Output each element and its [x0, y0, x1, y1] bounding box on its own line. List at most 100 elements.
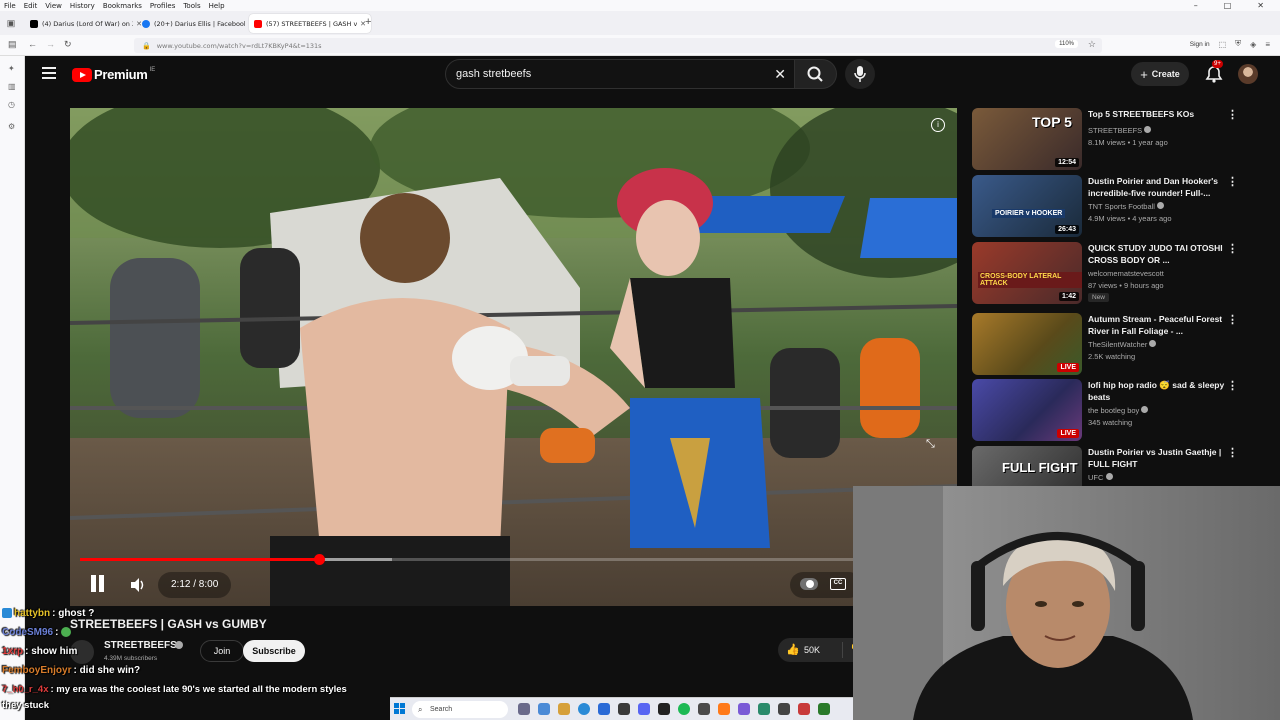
menu-view[interactable]: View	[45, 2, 62, 10]
more-options-icon[interactable]: ⋮	[1227, 379, 1238, 392]
youtube-logo[interactable]: Premium IE	[72, 67, 155, 82]
recommendation-item[interactable]: FULL FIGHT Dustin Poirier vs Justin Gaet…	[972, 446, 1252, 486]
thumbnail[interactable]: FULL FIGHT	[972, 446, 1082, 486]
search-button[interactable]	[795, 59, 837, 89]
menu-bookmarks[interactable]: Bookmarks	[103, 2, 142, 10]
clear-search-icon[interactable]: ✕	[774, 66, 786, 83]
account-avatar[interactable]	[1238, 64, 1258, 84]
recommendation-item[interactable]: LIVE lofi hip hop radio 😴 sad & sleepy b…	[972, 379, 1252, 441]
app-icon[interactable]	[538, 703, 550, 715]
bookmark-star-icon[interactable]: ☆	[1088, 39, 1096, 50]
app-icon[interactable]	[818, 703, 830, 715]
rec-channel-name: TNT Sports Football	[1088, 202, 1155, 211]
taskbar-search[interactable]: ⌕ Search	[412, 701, 508, 718]
scrubber-handle[interactable]	[313, 554, 325, 565]
lock-icon[interactable]: 🔒	[142, 42, 151, 50]
info-icon[interactable]: i	[931, 118, 945, 132]
app-icon[interactable]	[698, 703, 710, 715]
autoplay-toggle[interactable]	[800, 578, 818, 590]
close-window-icon[interactable]: ✕	[1257, 0, 1264, 11]
app-icon[interactable]	[658, 703, 670, 715]
sidebar-history-icon[interactable]: ◷	[8, 100, 15, 109]
sidebar-tabs-icon[interactable]: ▥	[8, 82, 16, 91]
rec-title[interactable]: Dustin Poirier and Dan Hooker's incredib…	[1088, 175, 1232, 199]
discord-icon[interactable]	[638, 703, 650, 715]
new-tab-icon[interactable]: +	[365, 16, 371, 28]
menu-tools[interactable]: Tools	[183, 2, 200, 10]
app-icon[interactable]	[738, 703, 750, 715]
more-options-icon[interactable]: ⋮	[1227, 446, 1238, 459]
firefox-icon[interactable]	[718, 703, 730, 715]
pause-button[interactable]	[86, 572, 108, 598]
menu-file[interactable]: File	[4, 2, 16, 10]
obs-icon[interactable]	[778, 703, 790, 715]
thumbnail[interactable]: CROSS-BODY LATERAL ATTACK 1:42	[972, 242, 1082, 304]
sign-in-button[interactable]: Sign in	[1190, 41, 1210, 48]
more-options-icon[interactable]: ⋮	[1227, 313, 1238, 326]
rec-title[interactable]: Autumn Stream - Peaceful Forest River in…	[1088, 313, 1232, 337]
sidebar-ai-icon[interactable]: ✦	[8, 64, 15, 73]
edge-icon[interactable]	[578, 703, 590, 715]
rec-channel-name: TheSilentWatcher	[1088, 340, 1148, 349]
rec-channel: STREETBEEFS	[1088, 126, 1152, 135]
forward-icon[interactable]: →	[46, 39, 55, 49]
zoom-level[interactable]: 110%	[1055, 40, 1078, 48]
back-icon[interactable]: ←	[28, 39, 37, 49]
app-icon[interactable]	[618, 703, 630, 715]
sidebar-settings-icon[interactable]: ⚙	[8, 122, 15, 131]
tab-x[interactable]: (4) Darius (Lord Of War) on X: " ✕	[25, 14, 147, 33]
like-count: 50K	[804, 645, 821, 655]
spotify-icon[interactable]	[678, 703, 690, 715]
thumbnail[interactable]: LIVE	[972, 379, 1082, 441]
minimize-icon[interactable]: –	[1194, 0, 1198, 11]
search-input[interactable]: gash stretbeefs	[456, 68, 774, 80]
maximize-icon[interactable]: □	[1224, 0, 1232, 11]
recommendation-item[interactable]: LIVE Autumn Stream - Peaceful Forest Riv…	[972, 313, 1252, 375]
miniplayer-icon[interactable]: ⤡	[926, 438, 935, 451]
rec-title[interactable]: Dustin Poirier vs Justin Gaethje | FULL …	[1088, 446, 1232, 470]
recommendation-item[interactable]: POIRIER v HOOKER 26:43 Dustin Poirier an…	[972, 175, 1252, 237]
app-icon[interactable]	[598, 703, 610, 715]
more-options-icon[interactable]: ⋮	[1227, 108, 1238, 121]
extensions-icon[interactable]: ⬚	[1219, 40, 1227, 49]
menu-profiles[interactable]: Profiles	[150, 2, 175, 10]
windows-start-icon[interactable]	[394, 703, 406, 715]
more-options-icon[interactable]: ⋮	[1227, 242, 1238, 255]
rec-channel: welcomematstevescott	[1088, 269, 1164, 278]
rec-title[interactable]: lofi hip hop radio 😴 sad & sleepy beats	[1088, 379, 1232, 403]
video-player[interactable]: i ⤡ 2:12 / 8:00 CC	[70, 108, 957, 606]
file-explorer-icon[interactable]	[558, 703, 570, 715]
search-box[interactable]: gash stretbeefs ✕	[445, 59, 795, 89]
menu-icon[interactable]	[42, 67, 56, 79]
reload-icon[interactable]: ↻	[64, 39, 72, 50]
voice-search-button[interactable]	[845, 59, 875, 89]
app-icon[interactable]	[798, 703, 810, 715]
volume-icon[interactable]	[128, 576, 146, 594]
recommendation-item[interactable]: CROSS-BODY LATERAL ATTACK 1:42 QUICK STU…	[972, 242, 1252, 304]
menu-help[interactable]: Help	[209, 2, 225, 10]
captions-icon[interactable]: CC	[830, 578, 846, 590]
thumbnail[interactable]: LIVE	[972, 313, 1082, 375]
tab-youtube[interactable]: (57) STREETBEEFS | GASH v ✕	[249, 14, 371, 33]
tab-list-icon[interactable]: ▣	[2, 15, 20, 31]
shield-icon[interactable]: ⛨	[1235, 39, 1241, 49]
live-badge: LIVE	[1057, 363, 1079, 372]
progress-bar[interactable]	[80, 554, 948, 565]
sidebar-toggle-icon[interactable]: ▤	[8, 39, 17, 50]
thumbnail[interactable]: TOP 5 12:54	[972, 108, 1082, 170]
pocket-icon[interactable]: ◈	[1250, 40, 1256, 49]
recommendation-item[interactable]: TOP 5 12:54 Top 5 STREETBEEFS KOs STREET…	[972, 108, 1252, 170]
app-icon[interactable]	[758, 703, 770, 715]
app-menu-icon[interactable]: ≡	[1265, 40, 1270, 49]
menu-edit[interactable]: Edit	[24, 2, 38, 10]
like-icon[interactable]: 👍	[786, 643, 800, 656]
menu-history[interactable]: History	[70, 2, 95, 10]
thumbnail[interactable]: POIRIER v HOOKER 26:43	[972, 175, 1082, 237]
address-bar[interactable]: 🔒 www.youtube.com/watch?v=rdLt7KBKyP4&t=…	[134, 38, 1102, 53]
create-button[interactable]: + Create	[1131, 62, 1189, 86]
app-icon[interactable]	[518, 703, 530, 715]
rec-title[interactable]: QUICK STUDY JUDO TAI OTOSHI CROSS BODY O…	[1088, 242, 1232, 266]
more-options-icon[interactable]: ⋮	[1227, 175, 1238, 188]
rec-title[interactable]: Top 5 STREETBEEFS KOs	[1088, 108, 1232, 120]
tab-facebook[interactable]: (20+) Darius Ellis | Facebook ✕	[137, 14, 259, 33]
